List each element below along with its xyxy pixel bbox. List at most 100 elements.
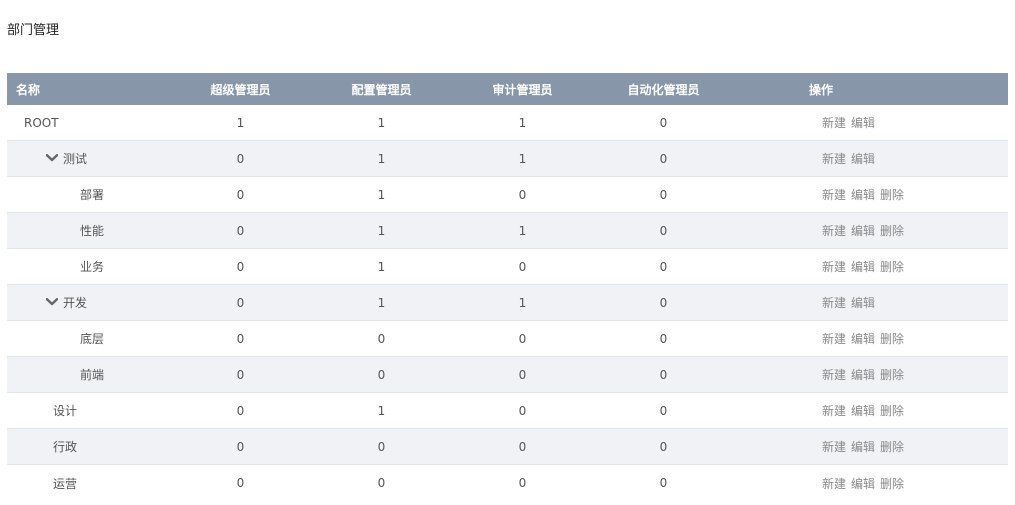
edit-button[interactable]: 编辑 <box>851 116 875 130</box>
new-button[interactable]: 新建 <box>822 477 846 491</box>
cell-super-admin: 0 <box>236 259 245 274</box>
cell-audit-admin: 0 <box>518 403 527 418</box>
header-audit-admin: 审计管理员 <box>492 82 553 97</box>
cell-actions: 新建 编辑 删除 <box>734 438 1008 455</box>
delete-button[interactable]: 删除 <box>880 260 904 274</box>
cell-actions: 新建 编辑 删除 <box>734 366 1008 383</box>
table-row: 性能 0 1 1 0 新建 编辑 删除 <box>7 213 1008 249</box>
table-body: ROOT 1 1 1 0 新建 编辑 测试 0 1 1 0 新建 编辑 部署 0 1 0 0 新建 编辑 删除 性能 0 1 1 0… <box>7 105 1008 501</box>
cell-super-admin: 1 <box>236 115 245 130</box>
table-row: 测试 0 1 1 0 新建 编辑 <box>7 141 1008 177</box>
cell-super-admin: 0 <box>236 367 245 382</box>
cell-super-admin: 0 <box>236 439 245 454</box>
new-button[interactable]: 新建 <box>822 296 846 310</box>
edit-button[interactable]: 编辑 <box>851 404 875 418</box>
new-button[interactable]: 新建 <box>822 188 846 202</box>
cell-auto-admin: 0 <box>659 295 668 310</box>
edit-button[interactable]: 编辑 <box>851 260 875 274</box>
header-auto-admin: 自动化管理员 <box>627 82 700 97</box>
chevron-down-icon[interactable] <box>46 153 60 164</box>
new-button[interactable]: 新建 <box>822 152 846 166</box>
delete-button[interactable]: 删除 <box>880 477 904 491</box>
header-name: 名称 <box>16 82 41 97</box>
cell-config-admin: 0 <box>377 439 386 454</box>
cell-super-admin: 0 <box>236 476 245 490</box>
cell-config-admin: 1 <box>377 403 386 418</box>
new-button[interactable]: 新建 <box>822 368 846 382</box>
edit-button[interactable]: 编辑 <box>851 188 875 202</box>
cell-audit-admin: 0 <box>518 476 527 490</box>
table-header: 名称 超级管理员 配置管理员 审计管理员 自动化管理员 操作 <box>7 73 1008 105</box>
cell-super-admin: 0 <box>236 403 245 418</box>
department-name: 部署 <box>80 188 105 202</box>
new-button[interactable]: 新建 <box>822 260 846 274</box>
table-row: 前端 0 0 0 0 新建 编辑 删除 <box>7 357 1008 393</box>
department-table: 名称 超级管理员 配置管理员 审计管理员 自动化管理员 操作 ROOT 1 1 1 0 新… <box>7 73 1008 501</box>
cell-audit-admin: 0 <box>518 331 527 346</box>
cell-auto-admin: 0 <box>659 115 668 130</box>
cell-auto-admin: 0 <box>659 439 668 454</box>
edit-button[interactable]: 编辑 <box>851 332 875 346</box>
cell-config-admin: 1 <box>377 187 386 202</box>
cell-super-admin: 0 <box>236 223 245 238</box>
new-button[interactable]: 新建 <box>822 404 846 418</box>
table-row: 开发 0 1 1 0 新建 编辑 <box>7 285 1008 321</box>
delete-button[interactable]: 删除 <box>880 368 904 382</box>
new-button[interactable]: 新建 <box>822 224 846 238</box>
cell-config-admin: 1 <box>377 295 386 310</box>
cell-auto-admin: 0 <box>659 187 668 202</box>
edit-button[interactable]: 编辑 <box>851 224 875 238</box>
cell-audit-admin: 1 <box>518 223 527 238</box>
edit-button[interactable]: 编辑 <box>851 440 875 454</box>
department-name: 前端 <box>80 368 105 382</box>
cell-name: 设计 <box>7 402 170 419</box>
header-actions: 操作 <box>809 82 834 97</box>
delete-button[interactable]: 删除 <box>880 332 904 346</box>
cell-name: 运营 <box>7 475 170 492</box>
edit-button[interactable]: 编辑 <box>851 477 875 491</box>
cell-config-admin: 0 <box>377 367 386 382</box>
cell-auto-admin: 0 <box>659 223 668 238</box>
table-row: 运营 0 0 0 0 新建 编辑 删除 <box>7 465 1008 501</box>
department-name: 性能 <box>80 224 105 238</box>
cell-actions: 新建 编辑 删除 <box>734 186 1008 203</box>
chevron-down-icon[interactable] <box>46 297 60 308</box>
table-row: ROOT 1 1 1 0 新建 编辑 <box>7 105 1008 141</box>
cell-config-admin: 1 <box>377 151 386 166</box>
edit-button[interactable]: 编辑 <box>851 368 875 382</box>
cell-actions: 新建 编辑 删除 <box>734 475 1008 492</box>
cell-actions: 新建 编辑 <box>734 294 1008 311</box>
table-row: 部署 0 1 0 0 新建 编辑 删除 <box>7 177 1008 213</box>
delete-button[interactable]: 删除 <box>880 404 904 418</box>
cell-config-admin: 0 <box>377 331 386 346</box>
new-button[interactable]: 新建 <box>822 440 846 454</box>
cell-name: 前端 <box>7 366 170 383</box>
cell-auto-admin: 0 <box>659 151 668 166</box>
cell-auto-admin: 0 <box>659 367 668 382</box>
cell-actions: 新建 编辑 删除 <box>734 402 1008 419</box>
department-name: ROOT <box>24 115 59 130</box>
edit-button[interactable]: 编辑 <box>851 152 875 166</box>
cell-super-admin: 0 <box>236 331 245 346</box>
cell-name: 底层 <box>7 330 170 347</box>
new-button[interactable]: 新建 <box>822 332 846 346</box>
cell-auto-admin: 0 <box>659 403 668 418</box>
department-name: 设计 <box>53 404 78 418</box>
delete-button[interactable]: 删除 <box>880 440 904 454</box>
cell-actions: 新建 编辑 <box>734 150 1008 167</box>
table-row: 设计 0 1 0 0 新建 编辑 删除 <box>7 393 1008 429</box>
cell-audit-admin: 0 <box>518 259 527 274</box>
cell-auto-admin: 0 <box>659 259 668 274</box>
edit-button[interactable]: 编辑 <box>851 296 875 310</box>
delete-button[interactable]: 删除 <box>880 188 904 202</box>
department-name: 底层 <box>80 332 105 346</box>
cell-super-admin: 0 <box>236 295 245 310</box>
cell-audit-admin: 0 <box>518 187 527 202</box>
cell-config-admin: 0 <box>377 476 386 490</box>
cell-name: 部署 <box>7 186 170 203</box>
delete-button[interactable]: 删除 <box>880 224 904 238</box>
cell-name: 性能 <box>7 222 170 239</box>
cell-audit-admin: 1 <box>518 151 527 166</box>
new-button[interactable]: 新建 <box>822 116 846 130</box>
department-name: 业务 <box>80 260 105 274</box>
